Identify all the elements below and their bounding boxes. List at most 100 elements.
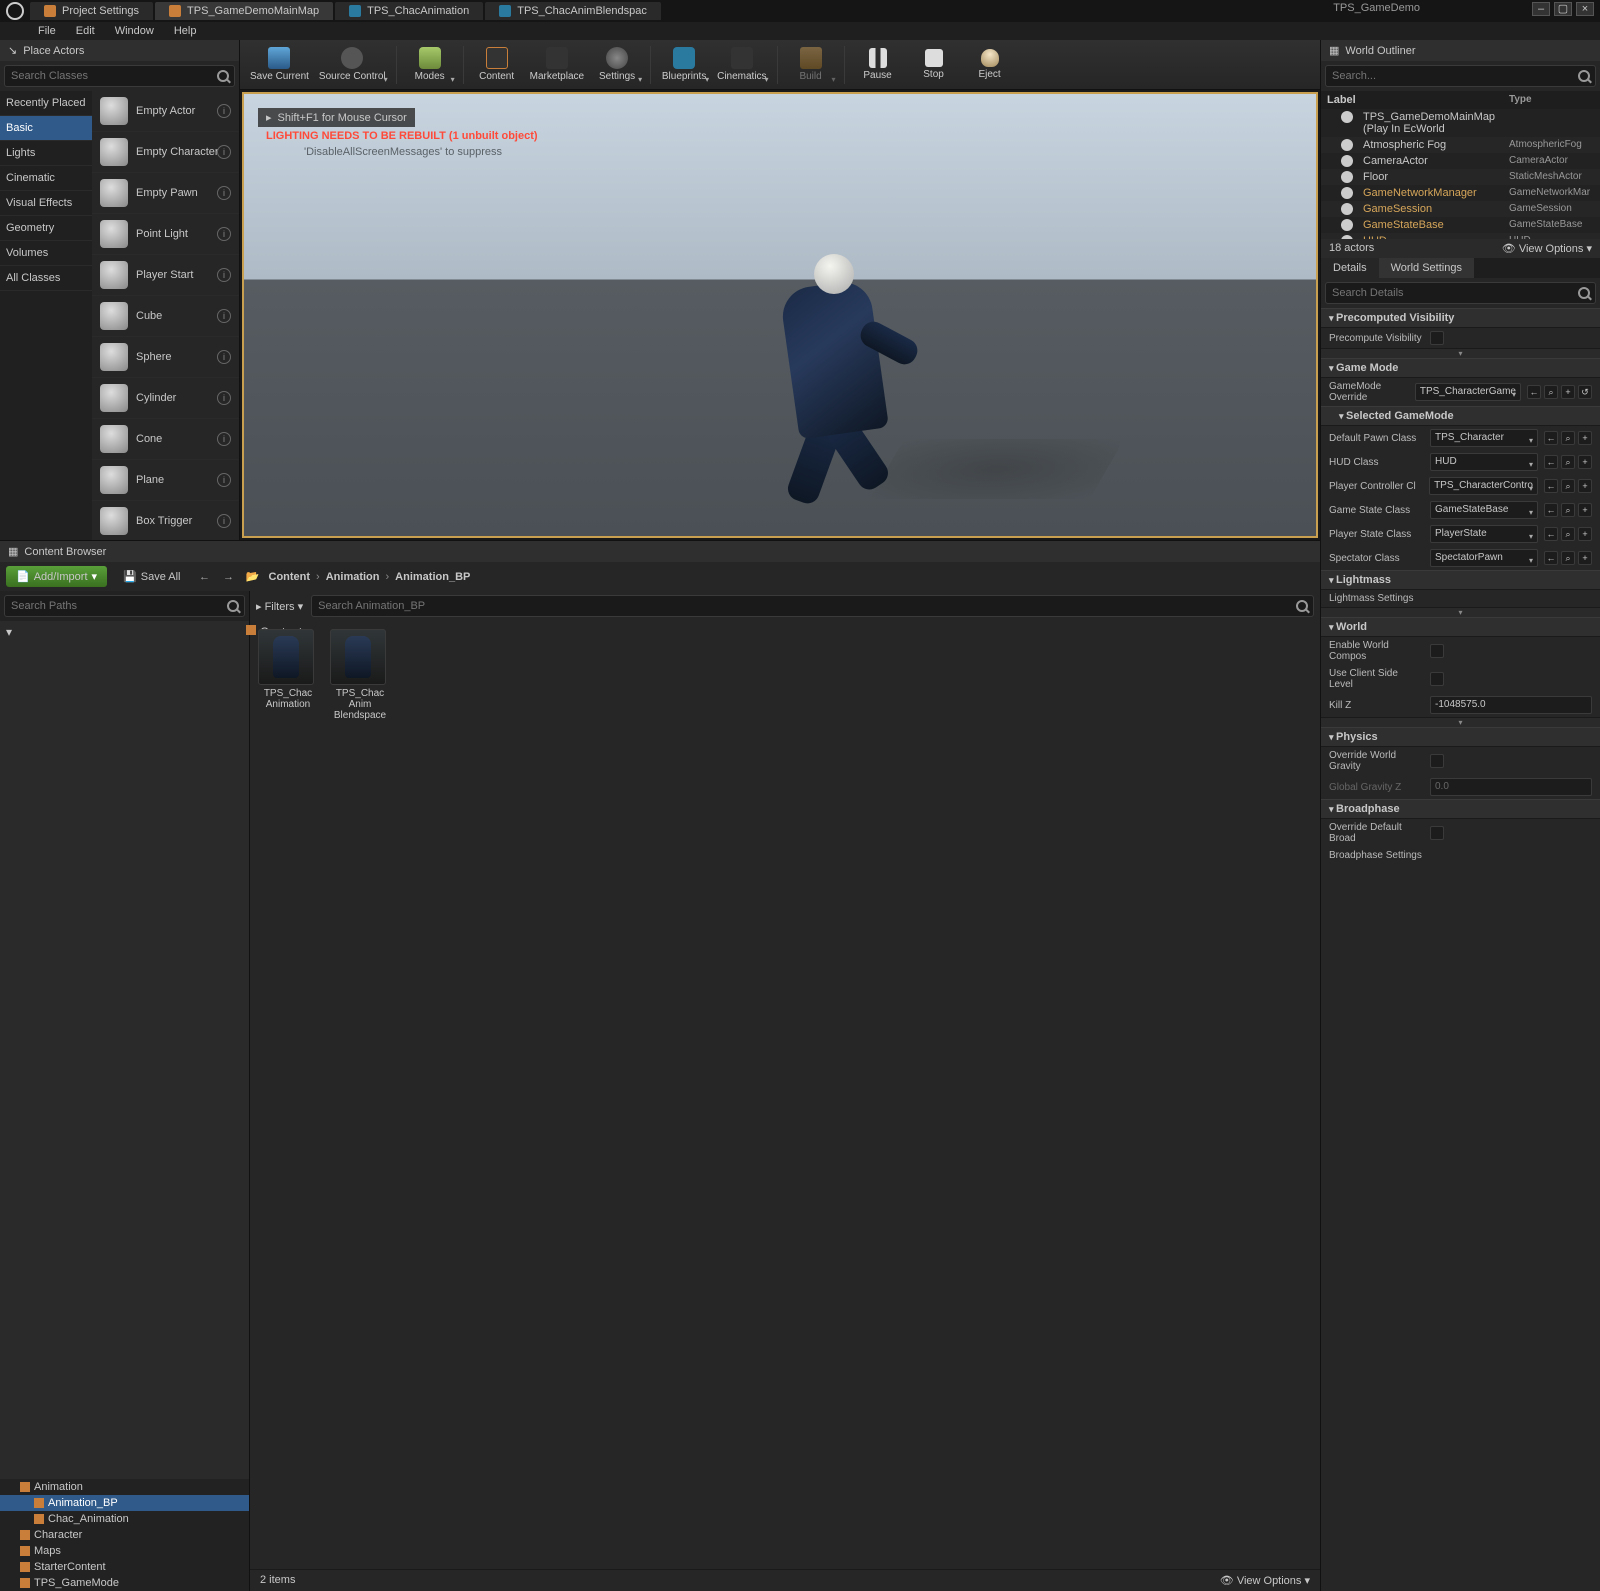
checkbox[interactable] — [1430, 754, 1444, 768]
visibility-icon[interactable] — [1341, 187, 1353, 199]
outliner-row[interactable]: TPS_GameDemoMainMap (Play In EcWorld — [1321, 109, 1600, 137]
details-search-input[interactable] — [1325, 282, 1596, 304]
filters-button[interactable]: ▸ Filters ▾ — [256, 600, 303, 613]
prop-action-icon[interactable]: ← — [1527, 385, 1541, 399]
checkbox[interactable] — [1430, 331, 1444, 345]
prop-action-icon[interactable]: + — [1578, 455, 1592, 469]
category-item[interactable]: Recently Placed — [0, 91, 92, 116]
property-value[interactable]: TPS_CharacterContro▾ — [1429, 477, 1538, 495]
back-button[interactable]: ← — [197, 571, 213, 583]
view-options-button[interactable]: 👁 View Options ▾ — [1220, 1574, 1310, 1587]
prop-action-icon[interactable]: ← — [1544, 431, 1558, 445]
document-tab[interactable]: TPS_ChacAnimation — [335, 2, 483, 20]
prop-action-icon[interactable]: ← — [1544, 551, 1558, 565]
viewport[interactable]: ▸ Shift+F1 for Mouse Cursor LIGHTING NEE… — [242, 92, 1318, 538]
settings-button[interactable]: Settings▾ — [590, 42, 644, 88]
actor-item[interactable]: Empty Pawni — [92, 173, 239, 214]
property-value[interactable]: PlayerState▾ — [1430, 525, 1538, 543]
outliner-row[interactable]: CameraActorCameraActor — [1321, 153, 1600, 169]
visibility-icon[interactable] — [1341, 139, 1353, 151]
tree-item[interactable]: Animation — [0, 1479, 249, 1495]
prop-action-icon[interactable]: ⌕ — [1561, 551, 1575, 565]
prop-action-icon[interactable]: + — [1578, 431, 1592, 445]
add-import-button[interactable]: 📄 Add/Import ▾ — [6, 566, 107, 587]
category-item[interactable]: All Classes — [0, 266, 92, 291]
minimize-button[interactable]: – — [1532, 2, 1550, 16]
document-tab[interactable]: TPS_GameDemoMainMap — [155, 2, 333, 20]
outliner-col-label[interactable]: Label — [1327, 94, 1509, 106]
category-item[interactable]: Volumes — [0, 241, 92, 266]
actor-item[interactable]: Empty Characteri — [92, 132, 239, 173]
tree-item[interactable]: Animation_BP — [0, 1495, 249, 1511]
section-header[interactable]: Precomputed Visibility — [1321, 308, 1600, 328]
prop-action-icon[interactable]: ⌕ — [1561, 455, 1575, 469]
eject-button[interactable]: Eject — [963, 42, 1017, 88]
outliner-col-type[interactable]: Type — [1509, 94, 1594, 106]
prop-action-icon[interactable]: + — [1578, 479, 1592, 493]
visibility-icon[interactable] — [1341, 203, 1353, 215]
property-value[interactable]: -1048575.0 — [1430, 696, 1592, 714]
actor-item[interactable]: Cubei — [92, 296, 239, 337]
tree-item[interactable]: StarterContent — [0, 1559, 249, 1575]
expand-bar[interactable]: ▾ — [1321, 717, 1600, 727]
asset-item[interactable]: TPS_Chac Anim Blendspace — [330, 629, 390, 721]
visibility-icon[interactable] — [1341, 155, 1353, 167]
category-item[interactable]: Cinematic — [0, 166, 92, 191]
expand-bar[interactable]: ▾ — [1321, 607, 1600, 617]
menu-edit[interactable]: Edit — [68, 23, 103, 39]
menu-window[interactable]: Window — [107, 23, 162, 39]
place-actors-search-input[interactable] — [4, 65, 235, 87]
breadcrumb-item[interactable]: Animation — [326, 571, 380, 583]
menu-help[interactable]: Help — [166, 23, 205, 39]
document-tab[interactable]: Project Settings — [30, 2, 153, 20]
tree-item[interactable]: Maps — [0, 1543, 249, 1559]
outliner-row[interactable]: GameStateBaseGameStateBase — [1321, 217, 1600, 233]
checkbox[interactable] — [1430, 672, 1444, 686]
source-control-button[interactable]: Source Control▾ — [315, 42, 390, 88]
prop-action-icon[interactable]: ⌕ — [1561, 527, 1575, 541]
tree-item[interactable]: ▾ Content — [0, 621, 249, 1479]
tree-search-input[interactable] — [4, 595, 245, 617]
breadcrumb-item[interactable]: Content — [269, 571, 311, 583]
outliner-view-options[interactable]: 👁 View Options ▾ — [1502, 242, 1592, 255]
outliner-row[interactable]: Atmospheric FogAtmosphericFog — [1321, 137, 1600, 153]
asset-item[interactable]: TPS_Chac Animation — [258, 629, 318, 710]
info-icon[interactable]: i — [217, 104, 231, 118]
prop-action-icon[interactable]: ← — [1544, 479, 1558, 493]
info-icon[interactable]: i — [217, 309, 231, 323]
modes-button[interactable]: Modes▾ — [403, 42, 457, 88]
actor-item[interactable]: Box Triggeri — [92, 501, 239, 540]
outliner-search-input[interactable] — [1325, 65, 1596, 87]
info-icon[interactable]: i — [217, 227, 231, 241]
info-icon[interactable]: i — [217, 432, 231, 446]
actor-item[interactable]: Conei — [92, 419, 239, 460]
section-subheader[interactable]: Selected GameMode — [1321, 406, 1600, 426]
pause-button[interactable]: Pause — [851, 42, 905, 88]
content-button[interactable]: Content — [470, 42, 524, 88]
property-value[interactable]: TPS_Character▾ — [1430, 429, 1538, 447]
cinematics-button[interactable]: Cinematics▾ — [713, 42, 770, 88]
marketplace-button[interactable]: Marketplace — [526, 42, 588, 88]
category-item[interactable]: Visual Effects — [0, 191, 92, 216]
section-header[interactable]: Broadphase — [1321, 799, 1600, 819]
prop-action-icon[interactable]: ⌕ — [1561, 503, 1575, 517]
visibility-icon[interactable] — [1341, 171, 1353, 183]
prop-action-icon[interactable]: ← — [1544, 527, 1558, 541]
blueprints-button[interactable]: Blueprints▾ — [657, 42, 711, 88]
actor-item[interactable]: Spherei — [92, 337, 239, 378]
property-value[interactable]: 0.0 — [1430, 778, 1592, 796]
tree-item[interactable]: Character — [0, 1527, 249, 1543]
info-icon[interactable]: i — [217, 186, 231, 200]
section-header[interactable]: Game Mode — [1321, 358, 1600, 378]
outliner-row[interactable]: GameNetworkManagerGameNetworkMar — [1321, 185, 1600, 201]
actor-item[interactable]: Point Lighti — [92, 214, 239, 255]
build-button[interactable]: Build▾ — [784, 42, 838, 88]
save-current-button[interactable]: Save Current — [246, 42, 313, 88]
document-tab[interactable]: TPS_ChacAnimBlendspac — [485, 2, 661, 20]
maximize-button[interactable]: ▢ — [1554, 2, 1572, 16]
prop-action-icon[interactable]: + — [1578, 551, 1592, 565]
category-item[interactable]: Lights — [0, 141, 92, 166]
checkbox[interactable] — [1430, 644, 1444, 658]
tab-details[interactable]: Details — [1321, 258, 1379, 278]
actor-item[interactable]: Player Starti — [92, 255, 239, 296]
